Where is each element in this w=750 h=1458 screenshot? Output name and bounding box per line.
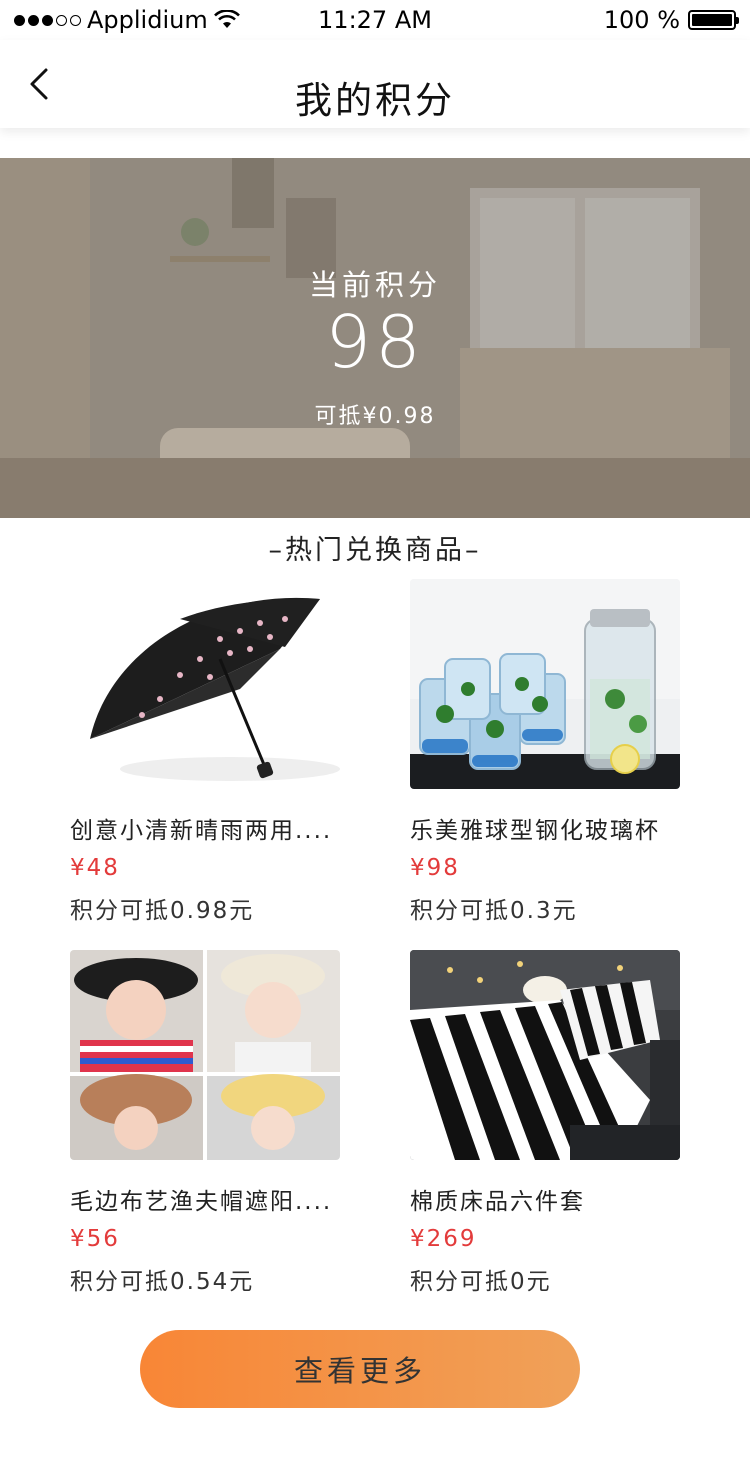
page-title: 我的积分 <box>295 79 455 122</box>
product-card[interactable]: 棉质床品六件套 ¥269 积分可抵0元 <box>410 950 710 1296</box>
battery-icon <box>688 10 739 30</box>
section-title: –热门兑换商品– <box>268 535 482 566</box>
product-points-deduction: 积分可抵0.54元 <box>70 1269 255 1295</box>
glass-pitcher-image <box>410 579 680 789</box>
current-points-value: 98 <box>325 300 425 384</box>
product-image[interactable] <box>70 579 340 789</box>
status-right: 100 % <box>603 6 739 34</box>
product-image[interactable] <box>410 579 680 789</box>
striped-bedding-image <box>410 950 680 1160</box>
umbrella-image <box>70 579 340 789</box>
kids-hats-image <box>70 950 340 1160</box>
points-banner: 当前积分 98 可抵¥0.98 <box>0 158 750 518</box>
status-bar: Applidium 11:27 AM 100 % <box>0 0 750 40</box>
product-name[interactable]: 创意小清新晴雨两用.... <box>70 811 370 845</box>
product-card[interactable]: 乐美雅球型钢化玻璃杯 ¥98 积分可抵0.3元 <box>410 579 710 925</box>
product-image[interactable] <box>410 950 680 1160</box>
product-name[interactable]: 乐美雅球型钢化玻璃杯 <box>410 811 710 845</box>
points-worth: 可抵¥0.98 <box>314 404 436 429</box>
product-points-deduction: 积分可抵0元 <box>410 1269 552 1295</box>
battery-percent: 100 % <box>603 6 680 34</box>
product-card[interactable]: 创意小清新晴雨两用.... ¥48 积分可抵0.98元 <box>70 579 370 925</box>
navigation-bar: 我的积分 <box>0 40 750 128</box>
product-price: ¥56 <box>70 1226 120 1252</box>
product-price: ¥269 <box>410 1226 477 1252</box>
product-points-deduction: 积分可抵0.98元 <box>70 898 255 924</box>
product-image[interactable] <box>70 950 340 1160</box>
view-more-button[interactable]: 查看更多 <box>140 1330 580 1408</box>
product-points-deduction: 积分可抵0.3元 <box>410 898 578 924</box>
product-name[interactable]: 棉质床品六件套 <box>410 1182 710 1216</box>
product-card[interactable]: 毛边布艺渔夫帽遮阳.... ¥56 积分可抵0.54元 <box>70 950 370 1296</box>
product-name[interactable]: 毛边布艺渔夫帽遮阳.... <box>70 1182 370 1216</box>
current-points-label: 当前积分 <box>308 268 441 302</box>
product-price: ¥48 <box>70 855 120 881</box>
product-price: ¥98 <box>410 855 460 881</box>
